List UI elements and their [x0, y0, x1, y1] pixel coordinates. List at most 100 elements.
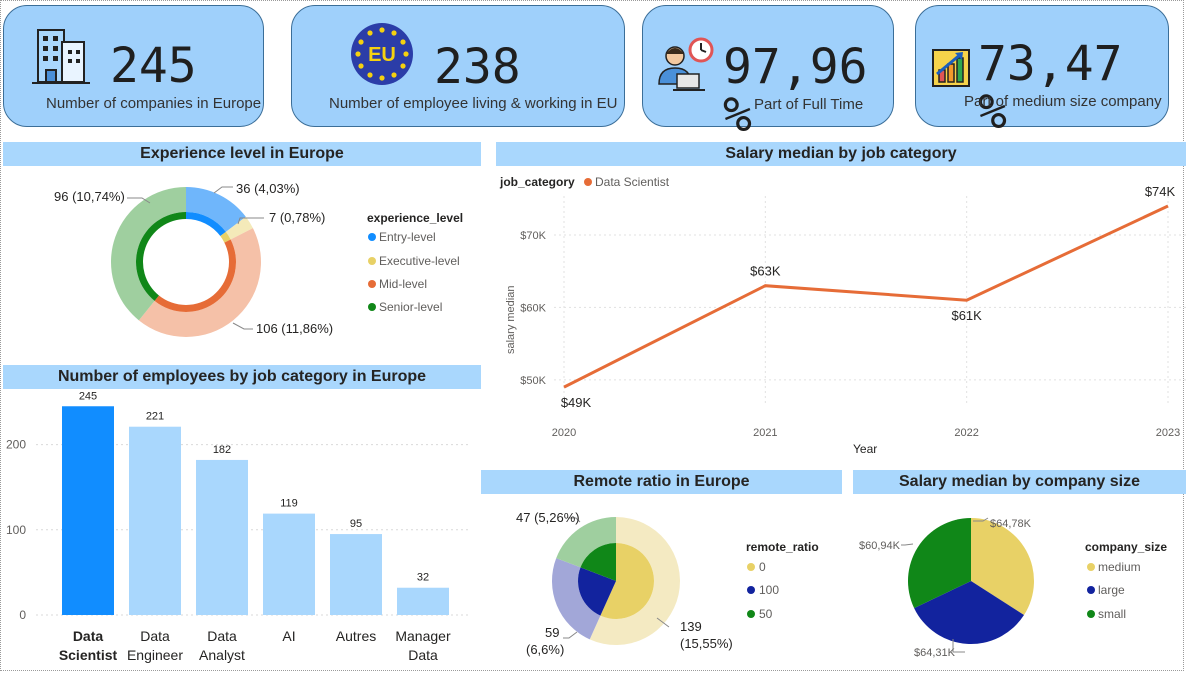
legend-title: company_size — [1085, 540, 1167, 554]
y-tick-label: $70K — [520, 230, 546, 242]
line-data-label: $63K — [750, 264, 781, 279]
svg-text:EU: EU — [368, 44, 396, 66]
bar-category-label: AI — [282, 628, 295, 644]
x-tick-label: 2021 — [753, 427, 777, 439]
legend-item[interactable]: 100 — [759, 583, 779, 597]
y-tick-label: $60K — [520, 302, 546, 314]
legend-marker — [368, 280, 376, 288]
x-axis-title: Year — [853, 442, 877, 456]
bars — [62, 406, 449, 615]
experience-chart-title: Experience level in Europe — [3, 142, 481, 166]
employees-chart-title: Number of employees by job category in E… — [3, 365, 481, 389]
legend-item[interactable]: Data Scientist — [595, 175, 670, 189]
x-tick-label: 2022 — [954, 427, 978, 439]
kpi-label: Number of companies in Europe — [46, 95, 262, 112]
company-size-data-label: $64,31K — [914, 647, 956, 659]
legend-item[interactable]: small — [1098, 607, 1126, 621]
salary-job-chart-title: Salary median by job category — [496, 142, 1186, 166]
experience-data-label: 36 (4,03%) — [236, 181, 300, 196]
kpi-value: 73,47 % — [978, 36, 1123, 140]
legend-item[interactable]: large — [1098, 583, 1125, 597]
kpi-card-employees-eu[interactable]: EU 238 Number of employee living & worki… — [291, 5, 625, 127]
bar-category-label: Data — [140, 628, 170, 644]
remote-data-label: (6,6%) — [526, 642, 564, 657]
y-tick-label: 100 — [6, 523, 26, 537]
remote-data-label: 59 — [545, 625, 559, 640]
bar-y-ticks: 0 100 200 — [6, 438, 26, 622]
legend-item[interactable]: Entry-level — [379, 230, 436, 244]
y-axis-title: salary median — [505, 286, 517, 354]
x-tick-label: 2020 — [552, 427, 576, 439]
experience-data-label: 106 (11,86%) — [256, 321, 333, 336]
office-building-icon — [32, 29, 90, 84]
bar-category-label: Data — [207, 628, 237, 644]
bar-manager-data[interactable] — [397, 587, 449, 615]
kpi-label: Part of medium size company — [964, 93, 1162, 110]
remote-chart-title: Remote ratio in Europe — [481, 470, 842, 494]
experience-legend: Entry-level Executive-level Mid-level Se… — [368, 230, 460, 314]
bar-autres[interactable] — [330, 534, 382, 615]
bar-value-label: 32 — [417, 572, 429, 584]
bar-ai[interactable] — [263, 513, 315, 615]
legend-marker — [1087, 610, 1095, 618]
bar-category-label: Data — [73, 628, 104, 644]
company-size-pie-chart[interactable]: $64,78K $60,94K $64,31K company_size med… — [853, 494, 1186, 671]
series-line-data-scientist[interactable] — [563, 204, 1169, 389]
bar-category-label: Data — [408, 647, 438, 663]
employees-bar-chart[interactable]: 0100200 2452211821199532 DataScientistDa… — [0, 389, 481, 671]
bar-data-engineer[interactable] — [129, 426, 181, 615]
legend-marker — [747, 563, 755, 571]
line-data-label: $49K — [561, 395, 592, 410]
bar-value-label: 221 — [146, 411, 164, 423]
legend-item[interactable]: 50 — [759, 607, 773, 621]
y-tick-label: $50K — [520, 375, 546, 387]
legend-marker — [368, 233, 376, 241]
legend-marker — [368, 303, 376, 311]
legend-marker — [1087, 586, 1095, 594]
bar-category-labels: Data Scientist Data Engineer Data Analyst AI Au… — [59, 628, 451, 663]
legend-marker — [584, 178, 592, 186]
bar-value-label: 245 — [79, 390, 97, 402]
bar-category-label: Analyst — [199, 647, 245, 663]
experience-donut-chart[interactable]: 36 (4,03%) 7 (0,78%) 106 (11,86%) 96 (10… — [0, 166, 481, 365]
bar-data-scientist[interactable] — [62, 406, 114, 615]
experience-data-label: 7 (0,78%) — [269, 210, 325, 225]
remote-inner-ring — [578, 543, 654, 619]
remote-donut-chart[interactable]: 47 (5,26%) 139 (15,55%) 59 (6,6%) remote… — [481, 494, 842, 671]
legend-title: job_category — [499, 175, 575, 189]
bar-category-label: Scientist — [59, 647, 118, 663]
kpi-label: Number of employee living & working in E… — [329, 95, 618, 112]
bar-data-analyst[interactable] — [196, 459, 248, 615]
legend-item[interactable]: Senior-level — [379, 300, 442, 314]
growth-chart-icon — [932, 49, 970, 87]
remote-data-label: 47 (5,26%) — [516, 510, 580, 525]
kpi-card-medium-company[interactable]: 73,47 % Part of medium size company — [915, 5, 1169, 136]
bar-value-label: 95 — [350, 518, 362, 530]
line-data-labels: $49K $63K $61K $74K — [561, 184, 1176, 410]
kpi-value: 97,96 % — [723, 39, 868, 143]
line-gridlines — [554, 196, 1186, 404]
kpi-value: 238 — [434, 39, 521, 95]
legend-item[interactable]: 0 — [759, 560, 766, 574]
worker-clock-icon — [658, 37, 714, 91]
kpi-card-companies[interactable]: 245 Number of companies in Europe — [3, 5, 264, 127]
legend-item[interactable]: Executive-level — [379, 254, 460, 268]
kpi-label: Part of Full Time — [754, 96, 864, 113]
bar-category-label: Autres — [336, 628, 376, 644]
y-tick-label: 0 — [19, 608, 26, 622]
remote-data-label: (15,55%) — [680, 636, 733, 651]
line-data-label: $74K — [1145, 184, 1176, 199]
company-size-data-label: $64,78K — [990, 518, 1032, 530]
eu-flag-icon: EU — [351, 23, 413, 85]
legend-marker — [1087, 563, 1095, 571]
kpi-value: 245 — [110, 38, 197, 94]
salary-size-chart-title: Salary median by company size — [853, 470, 1186, 494]
legend-item[interactable]: Mid-level — [379, 277, 427, 291]
bar-value-label: 119 — [280, 498, 298, 510]
x-tick-label: 2023 — [1156, 427, 1180, 439]
legend-marker — [747, 586, 755, 594]
kpi-card-full-time[interactable]: 97,96 % Part of Full Time — [642, 5, 894, 139]
legend-item[interactable]: medium — [1098, 560, 1141, 574]
salary-line-chart[interactable]: job_category Data Scientist salary media… — [496, 166, 1186, 466]
bar-category-label: Manager — [395, 628, 451, 644]
